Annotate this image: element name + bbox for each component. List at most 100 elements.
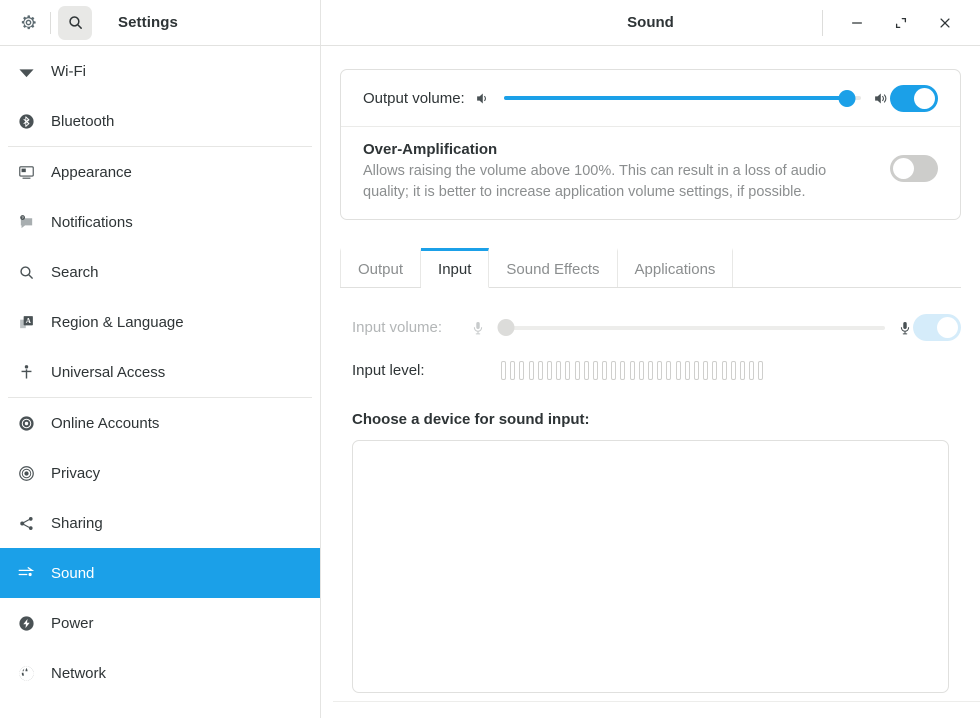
svg-text:A: A: [25, 317, 31, 325]
microphone-high-icon: [897, 320, 913, 336]
slider-fill: [504, 96, 847, 100]
input-level-segment: [694, 361, 699, 380]
power-icon: [13, 615, 39, 632]
tab-bar-filler: [733, 248, 961, 287]
sidebar-item-label: Network: [51, 665, 106, 682]
over-amplification-description: Allows raising the volume above 100%. Th…: [363, 161, 864, 203]
slider-knob[interactable]: [497, 319, 514, 336]
sidebar-item-label: Wi-Fi: [51, 63, 86, 80]
output-volume-label: Output volume:: [363, 90, 465, 107]
toggle-knob: [893, 158, 914, 179]
over-amplification-title: Over-Amplification: [363, 141, 864, 158]
sidebar-item-region-language[interactable]: A Region & Language: [0, 297, 320, 347]
slider-knob[interactable]: [838, 90, 855, 107]
tab-sound-effects[interactable]: Sound Effects: [489, 248, 617, 287]
tab-input[interactable]: Input: [421, 248, 489, 288]
network-icon: [13, 665, 39, 682]
search-icon: [67, 14, 84, 31]
input-level-segment: [722, 361, 727, 380]
svg-text:9: 9: [21, 215, 23, 219]
sidebar-item-label: Sound: [51, 565, 94, 582]
online-accounts-icon: [13, 415, 39, 432]
notifications-icon: 9: [13, 214, 39, 231]
input-volume-row: Input volume:: [352, 314, 961, 341]
sound-icon: [13, 564, 39, 582]
input-level-segment: [556, 361, 561, 380]
input-level-segment: [666, 361, 671, 380]
output-volume-toggle[interactable]: [890, 85, 938, 112]
tab-applications[interactable]: Applications: [618, 248, 734, 287]
sidebar-item-universal-access[interactable]: Universal Access: [0, 347, 320, 397]
input-level-segment: [676, 361, 681, 380]
input-level-label: Input level:: [352, 362, 470, 379]
close-icon: [938, 16, 952, 30]
sidebar-item-label: Appearance: [51, 164, 132, 181]
sharing-icon: [13, 515, 39, 532]
sidebar-item-power[interactable]: Power: [0, 598, 320, 648]
input-level-segment: [584, 361, 589, 380]
header-bar: Settings Sound: [0, 0, 980, 46]
settings-window: Settings Sound: [0, 0, 980, 718]
sidebar-item-notifications[interactable]: 9 Notifications: [0, 197, 320, 247]
gear-button[interactable]: [11, 6, 45, 40]
tab-output[interactable]: Output: [340, 248, 421, 287]
input-level-segment: [731, 361, 736, 380]
sidebar-item-privacy[interactable]: Privacy: [0, 448, 320, 498]
sidebar-item-network[interactable]: Network: [0, 648, 320, 698]
sidebar-item-appearance[interactable]: Appearance: [0, 147, 320, 197]
tab-bar: Output Input Sound Effects Applications: [340, 248, 961, 288]
wifi-icon: [13, 63, 39, 80]
sidebar-item-sharing[interactable]: Sharing: [0, 498, 320, 548]
speaker-low-icon: [475, 90, 492, 107]
output-volume-slider-wrap: [475, 89, 890, 107]
sidebar-item-search[interactable]: Search: [0, 247, 320, 297]
sidebar-item-online-accounts[interactable]: Online Accounts: [0, 398, 320, 448]
input-volume-toggle[interactable]: [913, 314, 961, 341]
input-level-segment: [547, 361, 552, 380]
sidebar-item-label: Power: [51, 615, 94, 632]
input-level-segment: [648, 361, 653, 380]
sidebar-item-label: Notifications: [51, 214, 133, 231]
close-button[interactable]: [930, 8, 960, 38]
sidebar-item-label: Privacy: [51, 465, 100, 482]
input-level-segment: [538, 361, 543, 380]
privacy-icon: [13, 465, 39, 482]
sidebar: Wi-Fi Bluetooth: [0, 46, 321, 718]
input-device-list[interactable]: [352, 440, 949, 693]
sidebar-item-wifi[interactable]: Wi-Fi: [0, 46, 320, 96]
output-volume-slider[interactable]: [504, 89, 861, 107]
input-level-segment: [593, 361, 598, 380]
input-level-segment: [712, 361, 717, 380]
bluetooth-icon: [13, 113, 39, 130]
sidebar-item-bluetooth[interactable]: Bluetooth: [0, 96, 320, 146]
minimize-icon: [850, 16, 864, 30]
input-level-segment: [703, 361, 708, 380]
over-amplification-toggle[interactable]: [890, 155, 938, 182]
sidebar-item-sound[interactable]: Sound: [0, 548, 320, 598]
search-button[interactable]: [58, 6, 92, 40]
content-area: Output volume:: [321, 46, 980, 718]
input-level-segment: [740, 361, 745, 380]
minimize-button[interactable]: [842, 8, 872, 38]
input-level-row: Input level:: [352, 361, 961, 380]
volume-card: Output volume:: [340, 69, 961, 220]
universal-access-icon: [13, 364, 39, 381]
app-title: Settings: [118, 14, 178, 31]
gear-icon: [19, 13, 38, 32]
input-level-segment: [685, 361, 690, 380]
input-tab-page: Input volume:: [340, 288, 961, 718]
content-bottom-strip: [333, 701, 980, 718]
input-level-segment: [519, 361, 524, 380]
microphone-low-icon: [470, 320, 486, 336]
input-level-segment: [758, 361, 763, 380]
window-body: Wi-Fi Bluetooth: [0, 46, 980, 718]
region-language-icon: A: [13, 314, 39, 331]
window-controls-divider: [822, 10, 823, 36]
input-volume-slider[interactable]: [498, 319, 885, 337]
input-level-segment: [565, 361, 570, 380]
sidebar-item-label: Search: [51, 264, 99, 281]
maximize-button[interactable]: [886, 8, 916, 38]
window-controls: [822, 0, 980, 45]
input-level-segment: [657, 361, 662, 380]
input-level-segment: [630, 361, 635, 380]
